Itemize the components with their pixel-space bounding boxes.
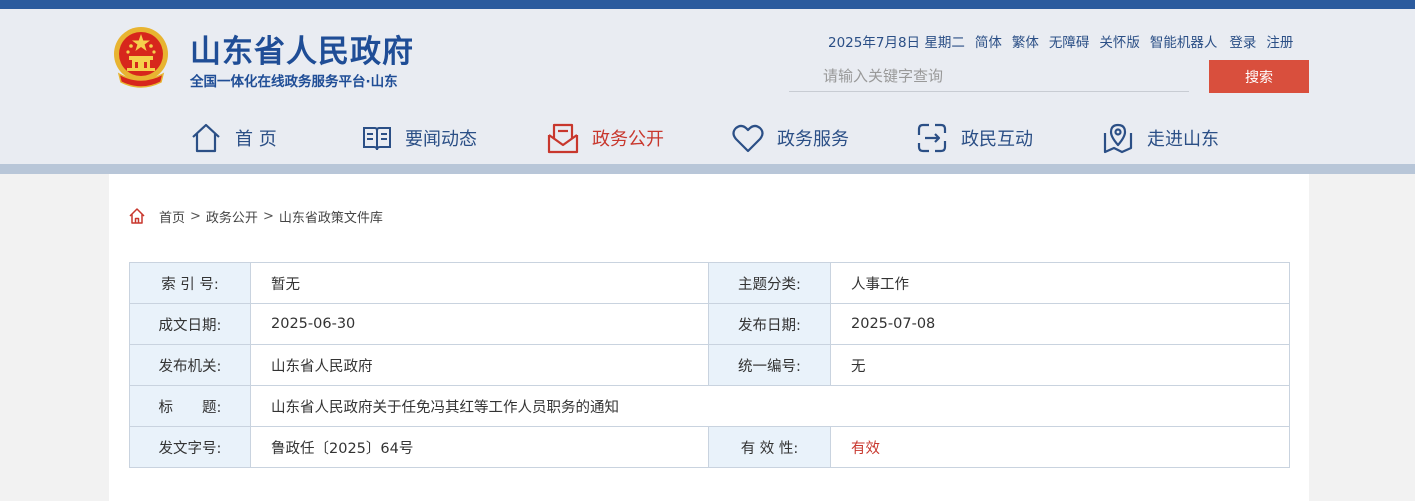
home-icon [129,208,145,224]
validity-value: 有效 [830,426,1290,468]
elder-care-link[interactable]: 关怀版 [1099,31,1140,51]
main-nav: 首 页 要闻动态 政务公开 政务服务 政民互动 走进山东 [0,112,1415,164]
nav-item-label: 政务公开 [592,129,664,150]
simplified-chinese-link[interactable]: 简体 [975,31,1002,51]
breadcrumb-government-affairs[interactable]: 政务公开 [206,207,258,226]
index-number-label: 索 引 号: [129,262,251,304]
breadcrumb: 首页 > 政务公开 > 山东省政策文件库 [128,206,383,226]
login-link[interactable]: 登录 [1229,31,1256,51]
nav-item-government-affairs[interactable]: 政务公开 [546,120,664,156]
nav-item-label: 走进山东 [1147,129,1219,150]
map-pin-icon [1103,123,1133,154]
breadcrumb-separator: > [190,208,201,224]
book-icon [363,127,391,151]
table-row: 索 引 号: 暂无 主题分类: 人事工作 [129,262,1290,304]
nav-item-interaction[interactable]: 政民互动 [915,120,1033,156]
issuing-authority-value: 山东省人民政府 [250,344,709,386]
accessibility-link[interactable]: 无障碍 [1049,31,1090,51]
written-date-label: 成文日期: [129,303,251,345]
national-emblem-icon[interactable] [109,24,173,92]
exchange-icon [917,123,947,153]
top-accent-bar [0,0,1415,9]
document-number-label: 发文字号: [129,426,251,468]
document-title-value: 山东省人民政府关于任免冯其红等工作人员职务的通知 [250,385,1290,427]
current-date: 2025年7月8日 星期二 [828,35,965,51]
search-button[interactable]: 搜索 [1209,60,1309,93]
nav-item-news[interactable]: 要闻动态 [361,120,477,156]
publish-date-value: 2025-07-08 [830,303,1290,345]
header-bottom-band [0,164,1415,174]
index-number-value: 暂无 [250,262,709,304]
breadcrumb-policy-library[interactable]: 山东省政策文件库 [279,207,383,226]
document-title-label: 标 题: [129,385,251,427]
nav-item-home[interactable]: 首 页 [189,120,277,156]
table-row: 发文字号: 鲁政任〔2025〕64号 有 效 性: 有效 [129,426,1290,468]
nav-item-gov-services[interactable]: 政务服务 [731,120,849,156]
written-date-value: 2025-06-30 [250,303,709,345]
site-subtitle[interactable]: 全国一体化在线政务服务平台·山东 [190,70,398,90]
document-metadata-table: 索 引 号: 暂无 主题分类: 人事工作 成文日期: 2025-06-30 发布… [129,262,1290,468]
breadcrumb-home[interactable]: 首页 [159,207,185,226]
unified-number-value: 无 [830,344,1290,386]
nav-item-label: 首 页 [235,129,277,150]
unified-number-label: 统一编号: [708,344,831,386]
validity-label: 有 效 性: [708,426,831,468]
mail-icon [547,123,579,154]
topic-category-label: 主题分类: [708,262,831,304]
home-icon [192,123,220,153]
nav-item-label: 政务服务 [777,129,849,150]
table-row: 标 题: 山东省人民政府关于任免冯其红等工作人员职务的通知 [129,385,1290,427]
topic-category-value: 人事工作 [830,262,1290,304]
breadcrumb-separator: > [262,208,274,224]
register-link[interactable]: 注册 [1266,31,1293,51]
document-number-value: 鲁政任〔2025〕64号 [250,426,709,468]
nav-item-label: 要闻动态 [405,129,477,150]
nav-item-label: 政民互动 [961,129,1033,150]
site-title[interactable]: 山东省人民政府 [190,26,414,71]
search-input[interactable] [789,60,1189,92]
heart-icon [732,124,764,153]
table-row: 发布机关: 山东省人民政府 统一编号: 无 [129,344,1290,386]
nav-item-about-shandong[interactable]: 走进山东 [1101,120,1219,156]
traditional-chinese-link[interactable]: 繁体 [1012,31,1039,51]
smart-robot-link[interactable]: 智能机器人 [1150,31,1218,51]
publish-date-label: 发布日期: [708,303,831,345]
issuing-authority-label: 发布机关: [129,344,251,386]
table-row: 成文日期: 2025-06-30 发布日期: 2025-07-08 [129,303,1290,345]
top-links: 2025年7月8日 星期二 简体 繁体 无障碍 关怀版 智能机器人 登录 注册 [828,31,1293,51]
